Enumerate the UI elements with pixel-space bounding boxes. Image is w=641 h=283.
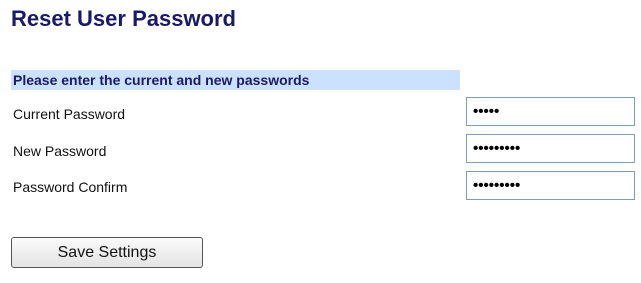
page-title: Reset User Password — [11, 6, 236, 31]
new-password-field[interactable] — [466, 134, 635, 163]
password-confirm-label: Password Confirm — [13, 179, 128, 195]
current-password-label: Current Password — [13, 106, 126, 122]
section-header: Please enter the current and new passwor… — [11, 70, 460, 90]
save-settings-button[interactable]: Save Settings — [11, 237, 203, 268]
password-confirm-field[interactable] — [466, 171, 635, 200]
current-password-field[interactable] — [466, 97, 635, 126]
new-password-label: New Password — [13, 143, 107, 159]
